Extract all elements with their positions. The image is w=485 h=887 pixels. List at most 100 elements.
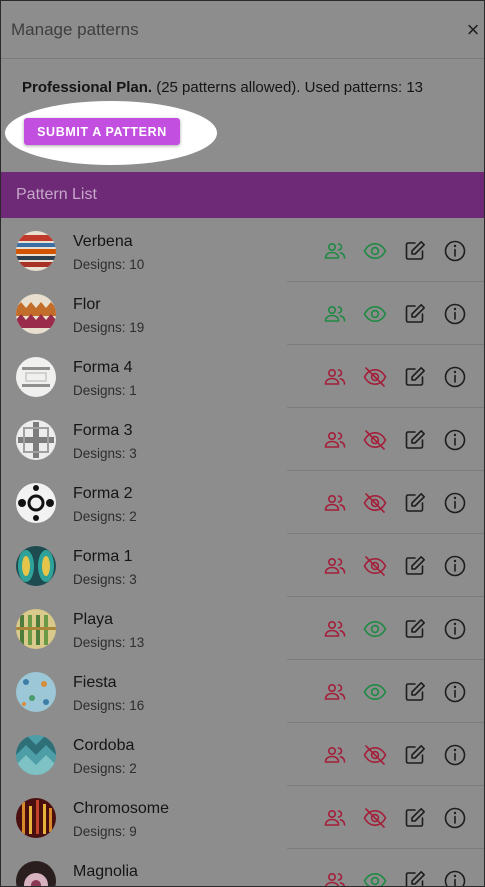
eye-off-icon[interactable]	[363, 491, 387, 515]
plan-info: Professional Plan. (25 patterns allowed)…	[1, 59, 484, 96]
plan-name: Professional Plan.	[22, 79, 153, 96]
share-users-icon[interactable]	[323, 302, 347, 326]
eye-icon[interactable]	[363, 617, 387, 641]
pattern-name: Verbena	[73, 233, 133, 250]
share-users-icon[interactable]	[323, 806, 347, 830]
share-users-icon[interactable]	[323, 869, 347, 887]
dialog-title: Manage patterns	[11, 19, 139, 39]
pattern-design-count: Designs: 9	[73, 824, 137, 839]
pattern-row[interactable]: Forma 4 Designs: 1	[1, 345, 484, 408]
edit-icon[interactable]	[403, 239, 427, 263]
edit-icon[interactable]	[403, 743, 427, 767]
pattern-actions	[323, 365, 467, 389]
pattern-thumbnail	[16, 609, 56, 649]
share-users-icon[interactable]	[323, 743, 347, 767]
edit-icon[interactable]	[403, 491, 427, 515]
pattern-name: Flor	[73, 296, 101, 313]
pattern-row[interactable]: Forma 3 Designs: 3	[1, 408, 484, 471]
pattern-actions	[323, 491, 467, 515]
pattern-actions	[323, 302, 467, 326]
pattern-row[interactable]: Chromosome Designs: 9	[1, 786, 484, 849]
info-icon[interactable]	[443, 365, 467, 389]
pattern-list-header: Pattern List	[1, 172, 484, 218]
pattern-design-count: Designs: 3	[73, 446, 137, 461]
pattern-actions	[323, 869, 467, 887]
eye-icon[interactable]	[363, 302, 387, 326]
pattern-actions	[323, 554, 467, 578]
close-icon[interactable]: ×	[462, 17, 484, 43]
share-users-icon[interactable]	[323, 239, 347, 263]
pattern-name: Cordoba	[73, 737, 135, 754]
pattern-actions	[323, 239, 467, 263]
share-users-icon[interactable]	[323, 491, 347, 515]
pattern-thumbnail	[16, 672, 56, 712]
pattern-row[interactable]: Magnolia	[1, 849, 484, 887]
eye-off-icon[interactable]	[363, 365, 387, 389]
pattern-name: Forma 4	[73, 359, 133, 376]
pattern-row[interactable]: Verbena Designs: 10	[1, 219, 484, 282]
eye-off-icon[interactable]	[363, 554, 387, 578]
pattern-name: Forma 1	[73, 548, 133, 565]
pattern-thumbnail	[16, 798, 56, 838]
pattern-row[interactable]: Fiesta Designs: 16	[1, 660, 484, 723]
pattern-actions	[323, 428, 467, 452]
pattern-thumbnail	[16, 357, 56, 397]
eye-off-icon[interactable]	[363, 743, 387, 767]
edit-icon[interactable]	[403, 617, 427, 641]
eye-icon[interactable]	[363, 869, 387, 887]
pattern-row[interactable]: Cordoba Designs: 2	[1, 723, 484, 786]
eye-off-icon[interactable]	[363, 806, 387, 830]
info-icon[interactable]	[443, 806, 467, 830]
pattern-design-count: Designs: 19	[73, 320, 145, 335]
pattern-design-count: Designs: 2	[73, 761, 137, 776]
submit-pattern-button[interactable]: SUBMIT A PATTERN	[24, 118, 180, 145]
info-icon[interactable]	[443, 239, 467, 263]
eye-icon[interactable]	[363, 239, 387, 263]
pattern-thumbnail	[16, 735, 56, 775]
pattern-thumbnail	[16, 294, 56, 334]
pattern-design-count: Designs: 13	[73, 635, 145, 650]
share-users-icon[interactable]	[323, 680, 347, 704]
info-icon[interactable]	[443, 554, 467, 578]
edit-icon[interactable]	[403, 554, 427, 578]
info-icon[interactable]	[443, 869, 467, 887]
info-icon[interactable]	[443, 491, 467, 515]
pattern-thumbnail	[16, 231, 56, 271]
share-users-icon[interactable]	[323, 428, 347, 452]
info-icon[interactable]	[443, 743, 467, 767]
pattern-name: Playa	[73, 611, 114, 628]
edit-icon[interactable]	[403, 680, 427, 704]
pattern-name: Forma 2	[73, 485, 133, 502]
eye-off-icon[interactable]	[363, 428, 387, 452]
pattern-name: Magnolia	[73, 863, 138, 880]
info-icon[interactable]	[443, 617, 467, 641]
pattern-name: Chromosome	[73, 800, 170, 817]
pattern-actions	[323, 743, 467, 767]
pattern-row[interactable]: Forma 2 Designs: 2	[1, 471, 484, 534]
edit-icon[interactable]	[403, 428, 427, 452]
pattern-design-count: Designs: 16	[73, 698, 145, 713]
pattern-actions	[323, 680, 467, 704]
share-users-icon[interactable]	[323, 365, 347, 389]
pattern-row[interactable]: Forma 1 Designs: 3	[1, 534, 484, 597]
info-icon[interactable]	[443, 680, 467, 704]
pattern-row[interactable]: Playa Designs: 13	[1, 597, 484, 660]
info-icon[interactable]	[443, 302, 467, 326]
manage-patterns-dialog: Manage patterns × Professional Plan. (25…	[0, 0, 485, 887]
info-icon[interactable]	[443, 428, 467, 452]
pattern-actions	[323, 806, 467, 830]
pattern-list: Verbena Designs: 10 Flor Designs: 19 For…	[1, 219, 484, 887]
pattern-row[interactable]: Flor Designs: 19	[1, 282, 484, 345]
eye-icon[interactable]	[363, 680, 387, 704]
share-users-icon[interactable]	[323, 554, 347, 578]
share-users-icon[interactable]	[323, 617, 347, 641]
edit-icon[interactable]	[403, 806, 427, 830]
pattern-design-count: Designs: 3	[73, 572, 137, 587]
edit-icon[interactable]	[403, 365, 427, 389]
pattern-design-count: Designs: 1	[73, 383, 137, 398]
edit-icon[interactable]	[403, 869, 427, 887]
dialog-header: Manage patterns ×	[1, 1, 484, 59]
pattern-thumbnail	[16, 546, 56, 586]
pattern-design-count: Designs: 10	[73, 257, 145, 272]
edit-icon[interactable]	[403, 302, 427, 326]
